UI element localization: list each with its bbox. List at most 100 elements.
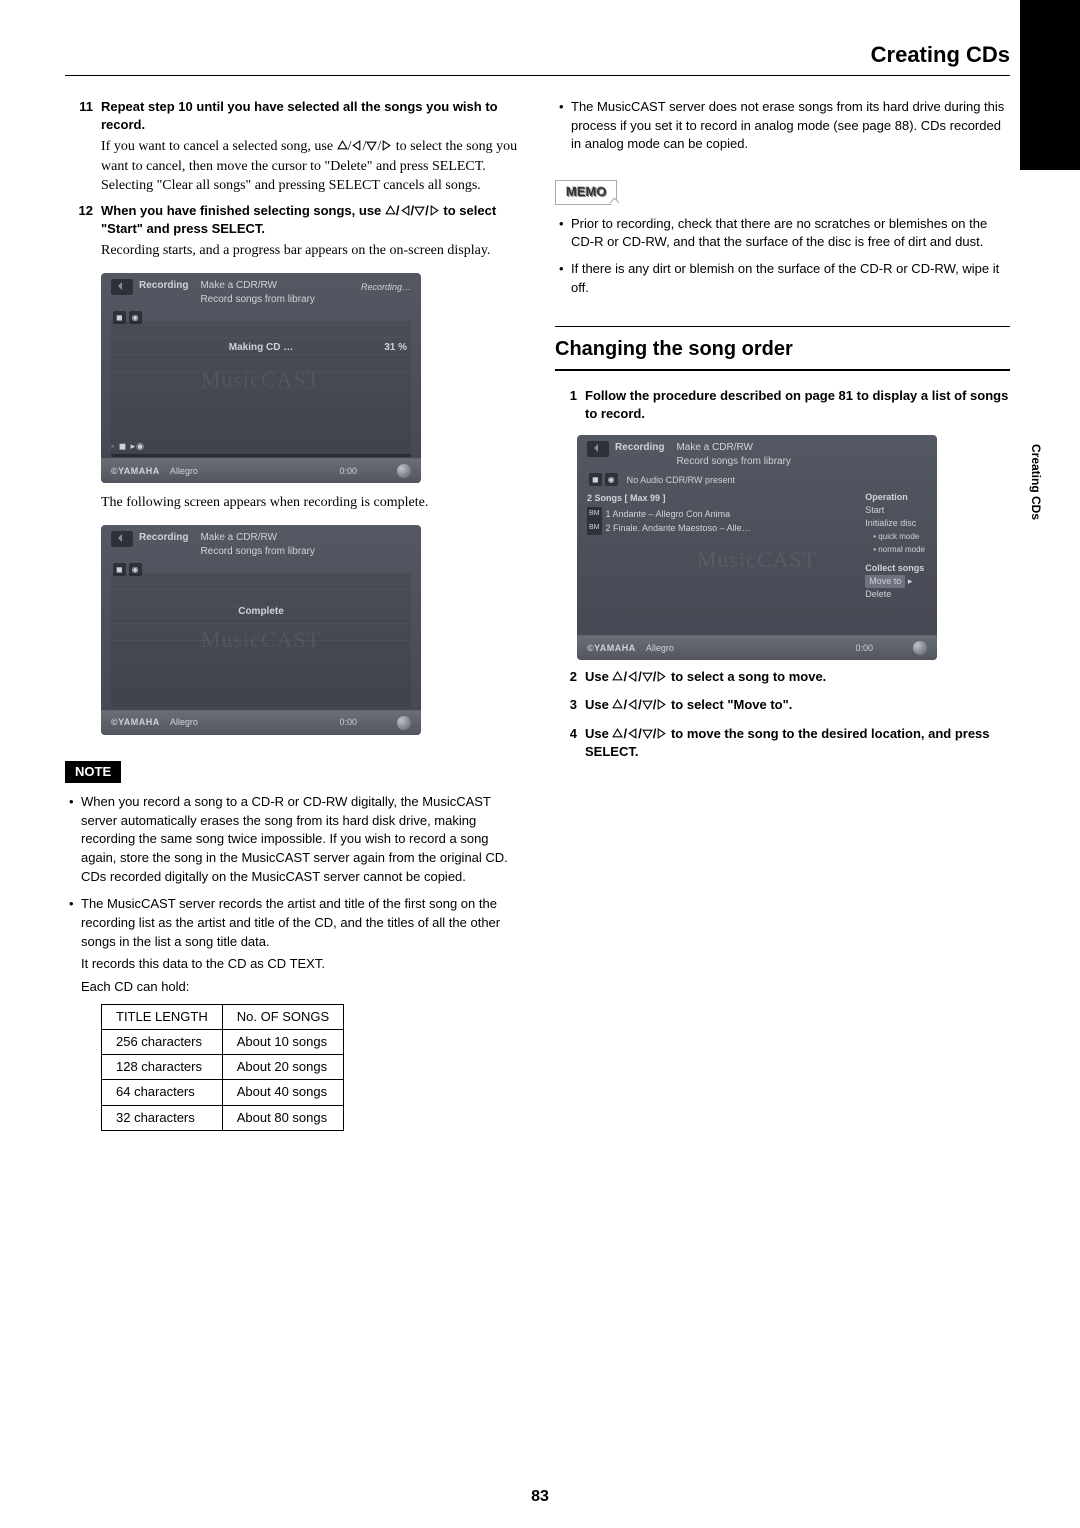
- ss-brand: MusicCAST: [101, 625, 421, 656]
- right-column: The MusicCAST server does not erase song…: [555, 98, 1010, 1131]
- step-11-heading: Repeat step 10 until you have selected a…: [101, 98, 520, 134]
- memo-bullet: Prior to recording, check that there are…: [559, 215, 1010, 253]
- table-row: 256 charactersAbout 10 songs: [102, 1030, 344, 1055]
- ss-footer-track: Allegro: [170, 465, 198, 478]
- th-no-songs: No. OF SONGS: [222, 1004, 343, 1029]
- step-1: 1 Follow the procedure described on page…: [555, 387, 1010, 423]
- ss-footer-brand: ©YAMAHA: [111, 465, 160, 478]
- back-icon: [111, 531, 133, 547]
- page-title: Creating CDs: [65, 40, 1010, 71]
- list-item: 2 Finale. Andante Maestoso – Alle…: [606, 521, 751, 535]
- ss-chip: ◉: [605, 473, 618, 486]
- top-right-bullets: The MusicCAST server does not erase song…: [555, 98, 1010, 155]
- header-rule: [65, 75, 1010, 76]
- note-bullet: When you record a song to a CD-R or CD-R…: [69, 793, 520, 887]
- ops-item: Start: [865, 504, 925, 517]
- manual-page: Creating CDs Creating CDs 11 Repeat step…: [0, 0, 1080, 1528]
- step-2-text: Use /// to select a song to move.: [585, 668, 1010, 686]
- th-title-length: TITLE LENGTH: [102, 1004, 223, 1029]
- ss-footer-time: 0:00: [339, 716, 357, 729]
- cd-capacity-table: TITLE LENGTH No. OF SONGS 256 characters…: [101, 1004, 344, 1131]
- ss-crumb: Recording: [139, 279, 188, 293]
- ss-chip: ◼: [589, 473, 602, 486]
- side-tab-label: Creating CDs: [1027, 444, 1044, 520]
- arrow-icons: ///: [612, 697, 667, 712]
- note-tail: It records this data to the CD as CD TEX…: [69, 955, 520, 973]
- step-2: 2 Use /// to select a song to move.: [555, 668, 1010, 686]
- bm-badge: BM: [587, 507, 602, 521]
- step-number: 2: [555, 668, 585, 686]
- side-tab: Creating CDs: [1020, 480, 1080, 780]
- step-12: 12 When you have finished selecting song…: [65, 202, 520, 261]
- step-11-text: If you want to cancel a selected song, u…: [101, 137, 520, 196]
- t1: If you want to cancel a selected song, u…: [101, 139, 337, 154]
- step-11: 11 Repeat step 10 until you have selecte…: [65, 98, 520, 196]
- step-12-text: Recording starts, and a progress bar app…: [101, 241, 520, 261]
- screenshot-complete: Recording Make a CDR/RW Record songs fro…: [101, 525, 421, 735]
- ss-subtitle: Record songs from library: [676, 455, 790, 469]
- top-black-tab: [1020, 0, 1080, 170]
- ss-status-text: Making CD …: [101, 341, 421, 355]
- table-row: 32 charactersAbout 80 songs: [102, 1105, 344, 1130]
- back-icon: [111, 279, 133, 295]
- ss-title: Make a CDR/RW: [200, 531, 314, 545]
- arrow-icons: ///: [612, 726, 667, 741]
- steps-right: 1 Follow the procedure described on page…: [555, 387, 1010, 761]
- ss-brand: MusicCAST: [577, 545, 937, 576]
- knob-icon: [913, 641, 927, 655]
- knob-icon: [397, 716, 411, 730]
- step-number: 12: [65, 202, 101, 261]
- ss-status-text: Complete: [101, 605, 421, 619]
- ss-sub2: No Audio CDR/RW present: [627, 474, 735, 487]
- ops2-highlight: Move to: [865, 575, 905, 588]
- left-column: 11 Repeat step 10 until you have selecte…: [65, 98, 520, 1131]
- bm-badge: BM: [587, 521, 602, 535]
- screenshot-song-order: Recording Make a CDR/RW Record songs fro…: [577, 435, 937, 660]
- top-right-bullet: The MusicCAST server does not erase song…: [559, 98, 1010, 155]
- ss-crumb: Recording: [139, 531, 188, 545]
- ss-list-header: 2 Songs [ Max 99 ]: [587, 491, 751, 505]
- step-number: 4: [555, 725, 585, 761]
- arrow-icons: ///: [612, 669, 667, 684]
- ops-header: Operation: [865, 491, 925, 504]
- step-number: 1: [555, 387, 585, 423]
- step-3-text: Use /// to select "Move to".: [585, 696, 1010, 714]
- ss-subtitle: Record songs from library: [200, 293, 314, 307]
- b1: When you have finished selecting songs, …: [101, 203, 385, 218]
- ops-arrow-icon: ▸: [908, 576, 913, 586]
- ops2-item: Delete: [865, 588, 925, 601]
- step-1-text: Follow the procedure described on page 8…: [585, 387, 1010, 423]
- ss-footer-brand: ©YAMAHA: [587, 642, 636, 655]
- note-bullets: When you record a song to a CD-R or CD-R…: [65, 793, 520, 952]
- ss-subtitle: Record songs from library: [200, 545, 314, 559]
- note-bullet: The MusicCAST server records the artist …: [69, 895, 520, 952]
- note-tail: Each CD can hold:: [69, 978, 520, 996]
- ss-footer-brand: ©YAMAHA: [111, 716, 160, 729]
- two-columns: 11 Repeat step 10 until you have selecte…: [65, 98, 1010, 1131]
- table-header-row: TITLE LENGTH No. OF SONGS: [102, 1004, 344, 1029]
- section-heading: Changing the song order: [555, 326, 1010, 371]
- step-4: 4 Use /// to move the song to the desire…: [555, 725, 1010, 761]
- ss-transport-icons: ◦ ◼ ▸◉: [111, 440, 145, 453]
- table-row: 64 charactersAbout 40 songs: [102, 1080, 344, 1105]
- caption-complete: The following screen appears when record…: [101, 493, 520, 513]
- step-number: 11: [65, 98, 101, 196]
- list-item: 1 Andante – Allegro Con Anima: [606, 507, 731, 521]
- memo-bullets: Prior to recording, check that there are…: [555, 215, 1010, 298]
- back-icon: [587, 441, 609, 457]
- ss-crumb: Recording: [615, 441, 664, 455]
- ss-song-list: 2 Songs [ Max 99 ] BM 1 Andante – Allegro…: [587, 491, 751, 535]
- step-body: Repeat step 10 until you have selected a…: [101, 98, 520, 196]
- ss-brand: MusicCAST: [101, 365, 421, 396]
- ss-progress-pct: 31 %: [384, 341, 407, 355]
- ops-item: Initialize disc: [865, 517, 925, 530]
- memo-label: MEMO: [555, 180, 617, 204]
- screenshot-recording: Recording Make a CDR/RW Record songs fro…: [101, 273, 421, 483]
- arrow-icons: ///: [385, 203, 444, 218]
- step-12-heading: When you have finished selecting songs, …: [101, 202, 520, 238]
- ss-title: Make a CDR/RW: [676, 441, 790, 455]
- step-3: 3 Use /// to select "Move to".: [555, 696, 1010, 714]
- step-body: When you have finished selecting songs, …: [101, 202, 520, 261]
- ss-footer-track: Allegro: [170, 716, 198, 729]
- ss-title: Make a CDR/RW: [200, 279, 314, 293]
